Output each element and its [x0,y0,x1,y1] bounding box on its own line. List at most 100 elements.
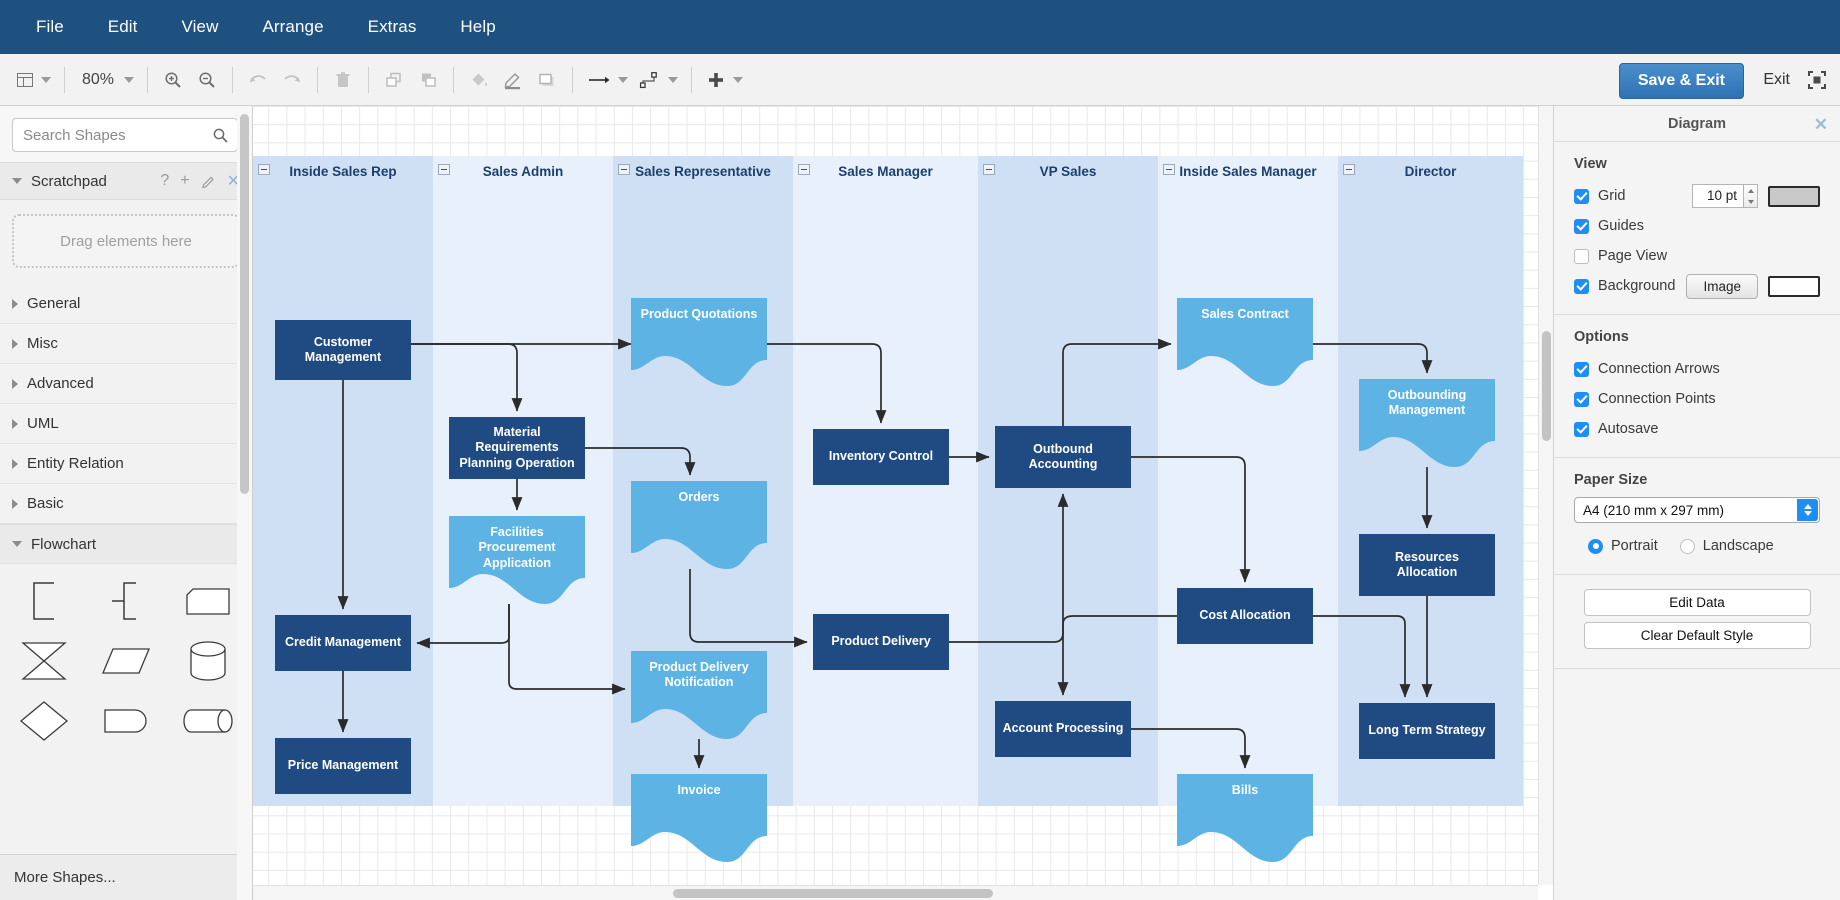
grid-size-spinner[interactable] [1744,184,1758,208]
tape-shape[interactable] [168,692,248,750]
canvas-vertical-scrollbar[interactable] [1538,106,1553,885]
sidebar-category-general[interactable]: General [0,284,252,324]
menu-item-extras[interactable]: Extras [346,0,439,54]
grid-size-input[interactable]: 10 pt [1692,184,1744,208]
close-icon[interactable]: ✕ [1814,115,1828,135]
bowtie-shape[interactable] [4,632,84,690]
fill-color-icon[interactable] [462,63,496,97]
node-resources-allocation[interactable]: Resources Allocation [1359,534,1495,596]
search-icon[interactable] [212,127,229,144]
delay-shape[interactable] [86,692,166,750]
undo-icon[interactable] [241,63,275,97]
node-sales-contract[interactable]: Sales Contract [1177,298,1313,386]
node-orders[interactable]: Orders [631,481,767,569]
sidebar-category-flowchart[interactable]: Flowchart [0,524,252,564]
node-facilities-procurement[interactable]: Facilities Procurement Application [449,516,585,604]
node-invoice[interactable]: Invoice [631,774,767,862]
sidebar-scrollbar-thumb[interactable] [240,114,249,494]
chevron-updown-icon[interactable] [1797,499,1818,521]
chevron-down-icon[interactable] [124,77,134,83]
canvas-vertical-scroll-thumb[interactable] [1542,331,1551,441]
node-outbounding-management[interactable]: Outbounding Management [1359,379,1495,467]
edit-icon[interactable] [201,174,216,189]
chevron-right-icon[interactable] [12,339,18,349]
canvas-horizontal-scroll-thumb[interactable] [673,889,993,898]
save-and-exit-button[interactable]: Save & Exit [1619,63,1744,99]
connection-points-checkbox[interactable] [1574,392,1589,407]
zoom-out-icon[interactable] [190,63,224,97]
collapse-icon[interactable] [798,164,810,175]
landscape-radio[interactable] [1680,539,1695,554]
card-shape[interactable] [168,572,248,630]
zoom-level-button[interactable]: 80% [73,63,139,97]
clear-default-style-button[interactable]: Clear Default Style [1584,622,1811,649]
to-back-icon[interactable] [411,63,445,97]
grid-checkbox[interactable] [1574,189,1589,204]
menu-item-file[interactable]: File [14,0,86,54]
sidebar-category-advanced[interactable]: Advanced [0,364,252,404]
sidebar-scrollbar-track[interactable] [237,106,252,900]
search-input[interactable]: Search Shapes [12,118,238,152]
insert-icon[interactable] [700,63,748,97]
guides-checkbox[interactable] [1574,219,1589,234]
node-product-delivery-notification[interactable]: Product Delivery Notification [631,651,767,739]
diamond-shape[interactable] [4,692,84,750]
collapse-icon[interactable] [438,164,450,175]
diagram-canvas[interactable]: Inside Sales RepSales AdminSales Represe… [253,106,1538,885]
shadow-icon[interactable] [530,63,564,97]
node-long-term-strategy[interactable]: Long Term Strategy [1359,703,1495,759]
node-cost-allocation[interactable]: Cost Allocation [1177,588,1313,644]
grid-color-swatch[interactable] [1768,186,1820,207]
sidebar-category-misc[interactable]: Misc [0,324,252,364]
layout-icon[interactable] [10,63,56,97]
swimlane-inside-sales-rep[interactable]: Inside Sales Rep [253,156,433,806]
autosave-checkbox[interactable] [1574,422,1589,437]
node-price-management[interactable]: Price Management [275,738,411,794]
sidebar-category-entity-relation[interactable]: Entity Relation [0,444,252,484]
node-material-requirements[interactable]: Material Requirements Planning Operation [449,417,585,479]
background-image-button[interactable]: Image [1686,274,1758,299]
portrait-radio[interactable] [1588,539,1603,554]
menu-item-arrange[interactable]: Arrange [240,0,345,54]
edit-data-button[interactable]: Edit Data [1584,589,1811,616]
node-product-delivery[interactable]: Product Delivery [813,614,949,670]
node-bills[interactable]: Bills [1177,774,1313,862]
scratchpad-header[interactable]: Scratchpad ? + ✕ [0,162,252,200]
node-account-processing[interactable]: Account Processing [995,701,1131,757]
exit-button[interactable]: Exit [1763,71,1790,89]
cylinder-shape[interactable] [168,632,248,690]
waypoints-icon[interactable] [633,63,683,97]
collapse-icon[interactable] [1163,164,1175,175]
chevron-right-icon[interactable] [12,419,18,429]
chevron-down-icon[interactable] [733,77,743,83]
background-checkbox[interactable] [1574,279,1589,294]
node-outbound-accounting[interactable]: Outbound Accounting [995,426,1131,488]
collapse-icon[interactable] [983,164,995,175]
menu-item-edit[interactable]: Edit [86,0,160,54]
menu-item-help[interactable]: Help [438,0,517,54]
swimlane-inside-sales-manager[interactable]: Inside Sales Manager [1158,156,1338,806]
swimlane-sales-admin[interactable]: Sales Admin [433,156,613,806]
paper-size-select[interactable]: A4 (210 mm x 297 mm) [1574,497,1820,523]
redo-icon[interactable] [275,63,309,97]
node-product-quotations[interactable]: Product Quotations [631,298,767,386]
node-customer-management[interactable]: Customer Management [275,320,411,380]
sidebar-category-basic[interactable]: Basic [0,484,252,524]
parallelogram-shape[interactable] [86,632,166,690]
node-credit-management[interactable]: Credit Management [275,615,411,671]
collapse-icon[interactable] [618,164,630,175]
menu-item-view[interactable]: View [160,0,241,54]
line-color-icon[interactable] [496,63,530,97]
to-front-icon[interactable] [377,63,411,97]
chevron-down-icon[interactable] [12,178,22,184]
collapse-icon[interactable] [1343,164,1355,175]
canvas-horizontal-scrollbar[interactable] [253,885,1538,900]
edge-style-icon[interactable] [581,63,633,97]
chevron-down-icon[interactable] [41,77,51,83]
bracket-fork-shape[interactable] [86,572,166,630]
sidebar-category-uml[interactable]: UML [0,404,252,444]
chevron-down-icon[interactable] [12,541,22,547]
delete-icon[interactable] [326,63,360,97]
chevron-down-icon[interactable] [668,77,678,83]
help-icon[interactable]: ? [160,172,169,190]
